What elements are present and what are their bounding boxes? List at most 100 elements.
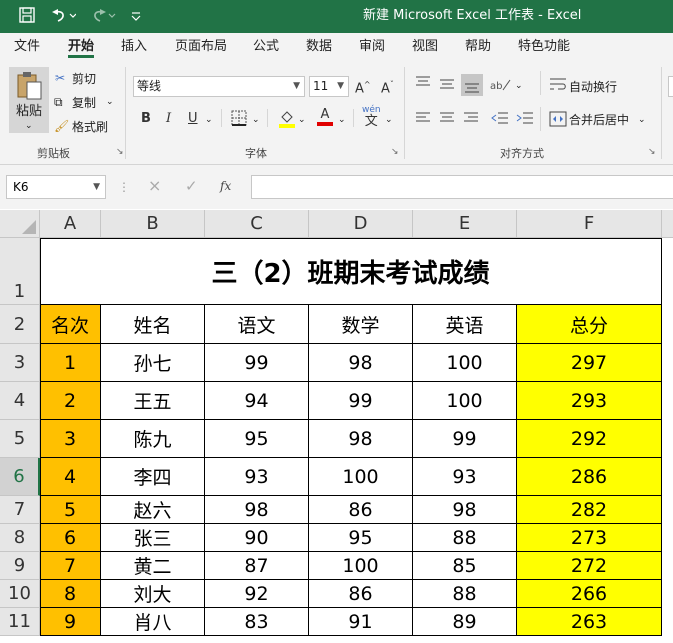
table-cell-chinese[interactable]: 93: [205, 458, 309, 496]
name-box[interactable]: K6 ▼: [6, 175, 106, 199]
row-header-11[interactable]: 11: [0, 608, 40, 636]
customize-qat-icon[interactable]: [130, 6, 142, 29]
tab-page-layout[interactable]: 页面布局: [175, 39, 227, 55]
row-header-4[interactable]: 4: [0, 382, 40, 420]
table-cell-total[interactable]: 272: [517, 552, 662, 580]
cut-icon[interactable]: ✂: [55, 71, 65, 85]
enter-icon[interactable]: ✓: [185, 179, 198, 194]
table-cell-chinese[interactable]: 92: [205, 580, 309, 608]
column-header-a[interactable]: A: [40, 210, 101, 238]
column-header-e[interactable]: E: [413, 210, 517, 238]
table-cell-chinese[interactable]: 90: [205, 524, 309, 552]
header-cell-math[interactable]: 数学: [309, 305, 413, 344]
table-cell-math[interactable]: 98: [309, 420, 413, 458]
header-cell-total[interactable]: 总分: [517, 305, 662, 344]
chevron-down-icon[interactable]: ⌄: [515, 79, 523, 93]
merge-center-button[interactable]: 合并后居中: [569, 113, 629, 127]
table-cell-name[interactable]: 李四: [101, 458, 205, 496]
wrap-text-button[interactable]: 自动换行: [569, 80, 617, 94]
table-cell-english[interactable]: 88: [413, 580, 517, 608]
table-cell-total[interactable]: 286: [517, 458, 662, 496]
table-cell-rank[interactable]: 4: [40, 458, 101, 496]
tab-special-features[interactable]: 特色功能: [518, 39, 570, 55]
column-header-c[interactable]: C: [205, 210, 309, 238]
wrap-text-icon[interactable]: [549, 77, 567, 93]
table-cell-math[interactable]: 91: [309, 608, 413, 636]
row-header-9[interactable]: 9: [0, 552, 40, 580]
cancel-icon[interactable]: ×: [148, 178, 161, 194]
table-cell-total[interactable]: 297: [517, 344, 662, 382]
table-cell-total[interactable]: 293: [517, 382, 662, 420]
table-cell-name[interactable]: 赵六: [101, 496, 205, 524]
header-cell-rank[interactable]: 名次: [40, 305, 101, 344]
tab-help[interactable]: 帮助: [465, 39, 491, 55]
table-cell-math[interactable]: 99: [309, 382, 413, 420]
table-cell-rank[interactable]: 1: [40, 344, 101, 382]
align-right-icon[interactable]: [463, 111, 479, 125]
borders-icon[interactable]: [231, 110, 247, 131]
tab-formulas[interactable]: 公式: [253, 39, 279, 55]
table-cell-name[interactable]: 黄二: [101, 552, 205, 580]
table-cell-name[interactable]: 王五: [101, 382, 205, 420]
table-cell-english[interactable]: 88: [413, 524, 517, 552]
insert-function-icon[interactable]: fx: [220, 179, 231, 193]
table-cell-english[interactable]: 100: [413, 382, 517, 420]
chevron-down-icon[interactable]: ⌄: [338, 113, 346, 127]
table-cell-total[interactable]: 263: [517, 608, 662, 636]
table-cell-english[interactable]: 98: [413, 496, 517, 524]
copy-icon[interactable]: ⧉: [54, 95, 63, 109]
row-header-1[interactable]: 1: [0, 238, 40, 305]
header-cell-chinese[interactable]: 语文: [205, 305, 309, 344]
row-header-8[interactable]: 8: [0, 524, 40, 552]
column-header-b[interactable]: B: [101, 210, 205, 238]
table-cell-english[interactable]: 93: [413, 458, 517, 496]
table-cell-rank[interactable]: 6: [40, 524, 101, 552]
format-painter-button[interactable]: 格式刷: [72, 120, 108, 134]
row-header-6[interactable]: 6: [0, 458, 40, 496]
select-all-button[interactable]: [0, 210, 40, 238]
fill-color-icon[interactable]: [278, 108, 296, 133]
table-cell-total[interactable]: 266: [517, 580, 662, 608]
table-cell-english[interactable]: 99: [413, 420, 517, 458]
number-format-box[interactable]: [668, 76, 673, 97]
table-cell-name[interactable]: 孙七: [101, 344, 205, 382]
table-cell-total[interactable]: 273: [517, 524, 662, 552]
font-color-button[interactable]: A: [317, 108, 333, 126]
dialog-launcher-icon[interactable]: ↘: [391, 147, 399, 157]
dialog-launcher-icon[interactable]: ↘: [648, 147, 656, 157]
shrink-font-button[interactable]: Aˇ: [381, 77, 394, 97]
tab-review[interactable]: 审阅: [359, 39, 385, 55]
font-name-box[interactable]: 等线 ▼: [133, 76, 305, 97]
table-cell-name[interactable]: 肖八: [101, 608, 205, 636]
column-header-g[interactable]: [662, 210, 673, 238]
decrease-indent-icon[interactable]: [491, 111, 509, 125]
tab-data[interactable]: 数据: [306, 39, 332, 55]
table-cell-rank[interactable]: 9: [40, 608, 101, 636]
align-bottom-button[interactable]: [461, 74, 483, 96]
copy-button[interactable]: 复制: [72, 96, 96, 110]
table-cell-rank[interactable]: 5: [40, 496, 101, 524]
chevron-down-icon[interactable]: ⌄: [106, 95, 114, 109]
table-cell-math[interactable]: 100: [309, 552, 413, 580]
table-cell-english[interactable]: 89: [413, 608, 517, 636]
table-cell-chinese[interactable]: 83: [205, 608, 309, 636]
chevron-down-icon[interactable]: ⌄: [252, 113, 260, 127]
table-cell-name[interactable]: 张三: [101, 524, 205, 552]
chevron-down-icon[interactable]: ⌄: [638, 113, 646, 127]
italic-button[interactable]: I: [166, 111, 171, 127]
chevron-down-icon[interactable]: ⌄: [205, 113, 213, 127]
table-cell-math[interactable]: 86: [309, 580, 413, 608]
table-cell-english[interactable]: 85: [413, 552, 517, 580]
align-middle-icon[interactable]: [439, 77, 455, 91]
align-left-icon[interactable]: [415, 111, 431, 125]
redo-icon[interactable]: [88, 6, 116, 29]
undo-icon[interactable]: [48, 6, 77, 29]
column-header-d[interactable]: D: [309, 210, 413, 238]
row-header-3[interactable]: 3: [0, 344, 40, 382]
column-header-f[interactable]: F: [517, 210, 662, 238]
row-header-5[interactable]: 5: [0, 420, 40, 458]
table-cell-chinese[interactable]: 87: [205, 552, 309, 580]
increase-indent-icon[interactable]: [516, 111, 534, 125]
table-cell-math[interactable]: 95: [309, 524, 413, 552]
sheet-title-cell[interactable]: 三（2）班期末考试成绩: [40, 238, 662, 305]
